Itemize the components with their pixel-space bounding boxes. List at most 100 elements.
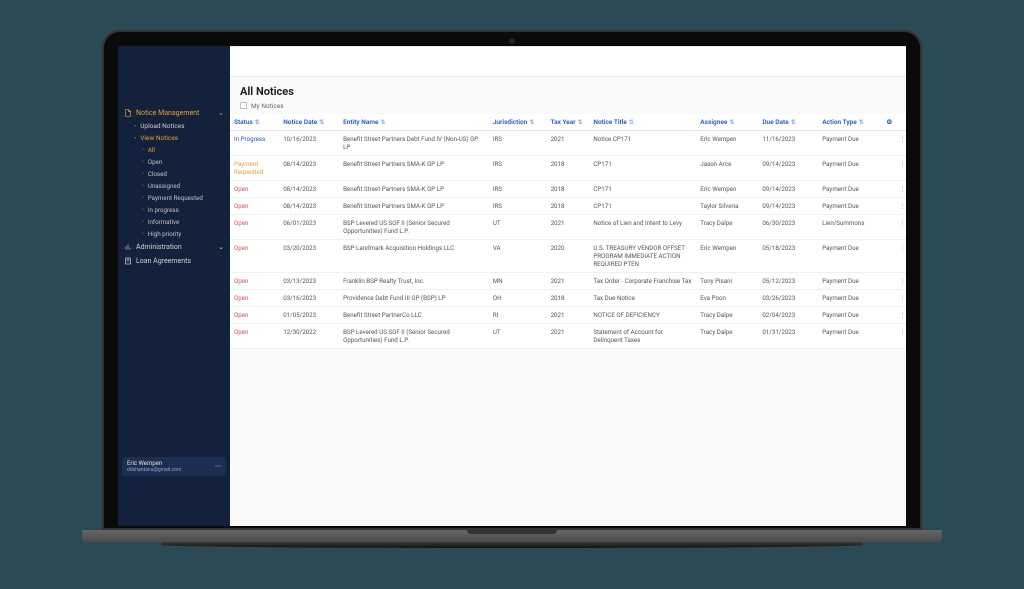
nav-leaf-high-priority[interactable]: High priority <box>118 228 230 240</box>
cell-tax-year: 2020 <box>547 239 590 272</box>
nav-leaf-all[interactable]: All <box>118 144 230 156</box>
cell-entity: BSP Landmark Acquisition Holdings LLC <box>339 239 489 272</box>
sort-icon: ⇅ <box>255 119 260 126</box>
cell-action-type: Payment Due <box>818 323 882 348</box>
kebab-icon: ⋮ <box>899 219 905 227</box>
cell-jurisdiction: UT <box>489 214 547 239</box>
nav-leaf-in-progress[interactable]: In progress <box>118 204 230 216</box>
cell-entity: BSP Levered US SOF II (Senior Secured Op… <box>339 214 489 239</box>
kebab-icon: ⋮ <box>899 328 905 336</box>
col-notice-title[interactable]: Notice Title⇅ <box>589 114 696 131</box>
sort-icon: ⇅ <box>729 119 734 126</box>
cell-action-type: Payment Due <box>818 272 882 289</box>
sort-icon: ⇅ <box>529 119 534 126</box>
user-box[interactable]: Eric Wempen ddshantanu@gmail.com ⋯ <box>122 457 226 476</box>
laptop-base <box>82 530 942 542</box>
table-row[interactable]: Open08/14/2023Benefit Street Partners SM… <box>230 180 906 197</box>
col-notice-date[interactable]: Notice Date⇅ <box>279 114 339 131</box>
table-row[interactable]: Open03/16/2023Providence Debt Fund III G… <box>230 289 906 306</box>
sort-icon: ⇅ <box>578 119 583 126</box>
row-menu[interactable]: ⋮ <box>895 323 906 348</box>
table-row[interactable]: Open06/01/2023BSP Levered US SOF II (Sen… <box>230 214 906 239</box>
cell-notice-date: 03/16/2023 <box>279 289 339 306</box>
nav-notice-management[interactable]: Notice Management ⌄ <box>118 106 230 120</box>
cell-action-type: Payment Due <box>818 197 882 214</box>
cell-assignee: Eric Wempen <box>696 239 758 272</box>
cell-status: Open <box>230 197 279 214</box>
col-status[interactable]: Status⇅ <box>230 114 279 131</box>
row-menu[interactable]: ⋮ <box>895 214 906 239</box>
my-notices-toggle[interactable]: My Notices <box>230 102 906 114</box>
chevron-down-icon: ⌄ <box>218 109 224 117</box>
cell-action-type: Payment Due <box>818 239 882 272</box>
user-name: Eric Wempen <box>127 460 181 467</box>
cell-tax-year: 2018 <box>547 197 590 214</box>
table-row[interactable]: Open01/05/2023Benefit Street PartnerCo L… <box>230 306 906 323</box>
col-due-date[interactable]: Due Date⇅ <box>758 114 818 131</box>
settings-column[interactable]: ⚙ <box>882 114 895 131</box>
cell-due-date: 03/26/2023 <box>758 289 818 306</box>
cell-notice-date: 03/13/2023 <box>279 272 339 289</box>
notices-table: Status⇅ Notice Date⇅ Entity Name⇅ Jurisd… <box>230 114 906 349</box>
row-menu[interactable]: ⋮ <box>895 155 906 180</box>
row-menu[interactable]: ⋮ <box>895 197 906 214</box>
kebab-icon: ⋮ <box>899 160 905 168</box>
nav-leaf-open[interactable]: Open <box>118 156 230 168</box>
cell-status: Open <box>230 289 279 306</box>
cell-assignee: Tracy Dalpe <box>696 306 758 323</box>
nav-leaf-unassigned[interactable]: Unassigned <box>118 180 230 192</box>
col-tax-year[interactable]: Tax Year⇅ <box>547 114 590 131</box>
col-entity[interactable]: Entity Name⇅ <box>339 114 489 131</box>
sort-icon: ⇅ <box>381 119 386 126</box>
row-menu[interactable]: ⋮ <box>895 272 906 289</box>
topbar <box>230 47 906 77</box>
cell-notice-title: Notice of Lien and Intent to Levy <box>589 214 696 239</box>
cell-assignee: Tracy Dalpe <box>696 323 758 348</box>
checkbox-icon[interactable] <box>240 102 247 109</box>
table-row[interactable]: Open03/20/2023BSP Landmark Acquisition H… <box>230 239 906 272</box>
nav-loan-agreements[interactable]: Loan Agreements <box>118 254 230 268</box>
table-row[interactable]: Open08/14/2023Benefit Street Partners SM… <box>230 197 906 214</box>
row-menu[interactable]: ⋮ <box>895 180 906 197</box>
table-row[interactable]: In Progress10/16/2023Benefit Street Part… <box>230 130 906 155</box>
cell-jurisdiction: IRS <box>489 130 547 155</box>
cell-notice-title: U.S. TREASURY VENDOR OFFSET PROGRAM IMME… <box>589 239 696 272</box>
row-menu[interactable]: ⋮ <box>895 289 906 306</box>
cell-due-date: 11/16/2023 <box>758 130 818 155</box>
nav-leaf-closed[interactable]: Closed <box>118 168 230 180</box>
col-action-type[interactable]: Action Type⇅ <box>818 114 882 131</box>
cell-notice-title: Tax Due Notice <box>589 289 696 306</box>
table-header-row: Status⇅ Notice Date⇅ Entity Name⇅ Jurisd… <box>230 114 906 131</box>
document-icon <box>124 109 132 117</box>
cell-status: Open <box>230 214 279 239</box>
cell-notice-date: 08/14/2023 <box>279 180 339 197</box>
cell-status: Open <box>230 272 279 289</box>
nav-administration[interactable]: Administration ⌄ <box>118 240 230 254</box>
nav-label: View Notices <box>140 134 178 142</box>
nav-upload-notices[interactable]: Upload Notices <box>118 120 230 132</box>
nav-leaf-informative[interactable]: Informative <box>118 216 230 228</box>
col-assignee[interactable]: Assignee⇅ <box>696 114 758 131</box>
nav-leaf-payment-requested[interactable]: Payment Requested <box>118 192 230 204</box>
row-menu[interactable]: ⋮ <box>895 306 906 323</box>
user-email: ddshantanu@gmail.com <box>127 467 181 473</box>
cell-due-date: 09/14/2023 <box>758 155 818 180</box>
nav-label: Notice Management <box>136 109 199 117</box>
more-icon[interactable]: ⋯ <box>215 463 221 470</box>
cell-assignee: Eric Wempen <box>696 130 758 155</box>
row-menu[interactable]: ⋮ <box>895 130 906 155</box>
row-menu[interactable]: ⋮ <box>895 239 906 272</box>
cell-jurisdiction: UT <box>489 323 547 348</box>
cell-action-type: Lien/Summons <box>818 214 882 239</box>
cell-due-date: 09/14/2023 <box>758 180 818 197</box>
nav-view-notices[interactable]: View Notices <box>118 132 230 144</box>
cell-assignee: Tracy Dalpe <box>696 214 758 239</box>
cell-jurisdiction: IRS <box>489 180 547 197</box>
col-jurisdiction[interactable]: Jurisdiction⇅ <box>489 114 547 131</box>
table-row[interactable]: Payment Requested08/14/2023Benefit Stree… <box>230 155 906 180</box>
table-row[interactable]: Open03/13/2023Franklin BSP Realty Trust,… <box>230 272 906 289</box>
cell-notice-date: 08/14/2023 <box>279 155 339 180</box>
cell-tax-year: 2021 <box>547 306 590 323</box>
table-row[interactable]: Open12/30/2022BSP Levered US SOF II (Sen… <box>230 323 906 348</box>
cell-jurisdiction: IRS <box>489 155 547 180</box>
